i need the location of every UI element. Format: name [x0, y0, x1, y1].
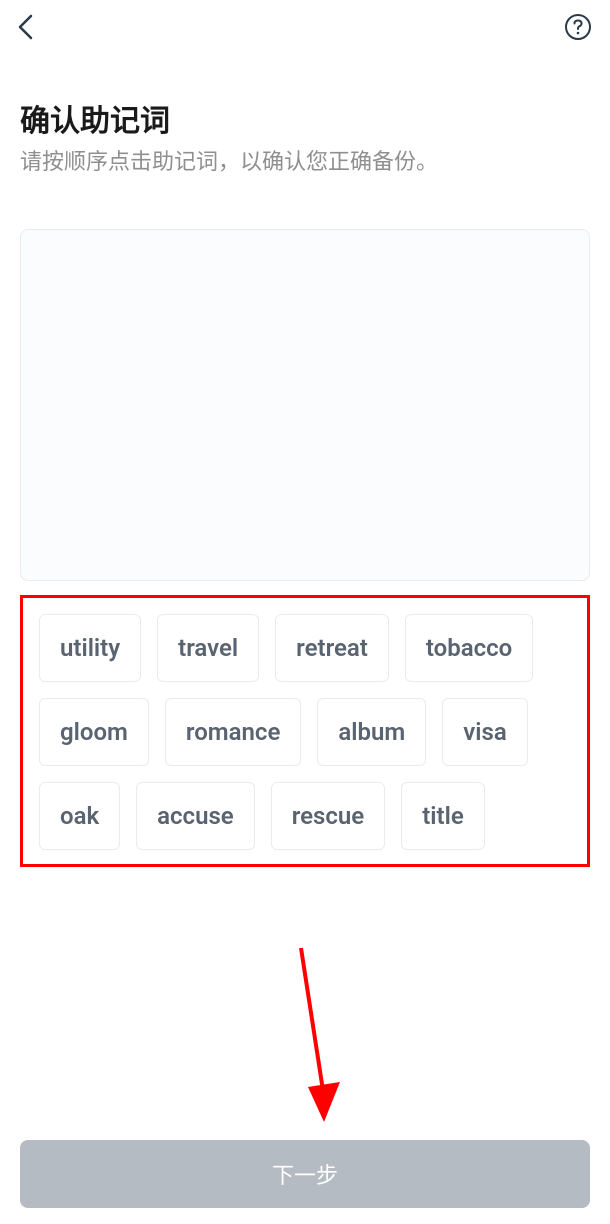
- help-icon: [564, 13, 592, 41]
- selected-words-area[interactable]: [20, 229, 590, 581]
- word-chip[interactable]: oak: [39, 782, 120, 850]
- word-chip[interactable]: visa: [442, 698, 528, 766]
- word-chip[interactable]: tobacco: [405, 614, 533, 682]
- page-subtitle: 请按顺序点击助记词，以确认您正确备份。: [20, 148, 590, 179]
- word-chip[interactable]: romance: [165, 698, 301, 766]
- word-chip[interactable]: utility: [39, 614, 141, 682]
- word-chip[interactable]: title: [401, 782, 485, 850]
- word-chip[interactable]: retreat: [275, 614, 389, 682]
- help-button[interactable]: [560, 9, 596, 45]
- page-title: 确认助记词: [20, 96, 590, 140]
- next-button-label: 下一步: [272, 1158, 338, 1190]
- back-button[interactable]: [8, 9, 44, 45]
- chevron-left-icon: [15, 13, 37, 41]
- word-grid-highlight: utility travel retreat tobacco gloom rom…: [20, 595, 590, 867]
- word-chip[interactable]: accuse: [136, 782, 255, 850]
- word-chip[interactable]: rescue: [271, 782, 386, 850]
- arrow-annotation-icon: [290, 942, 350, 1132]
- word-chip[interactable]: travel: [157, 614, 259, 682]
- word-chip[interactable]: album: [317, 698, 426, 766]
- next-button[interactable]: 下一步: [20, 1140, 590, 1208]
- word-chip[interactable]: gloom: [39, 698, 149, 766]
